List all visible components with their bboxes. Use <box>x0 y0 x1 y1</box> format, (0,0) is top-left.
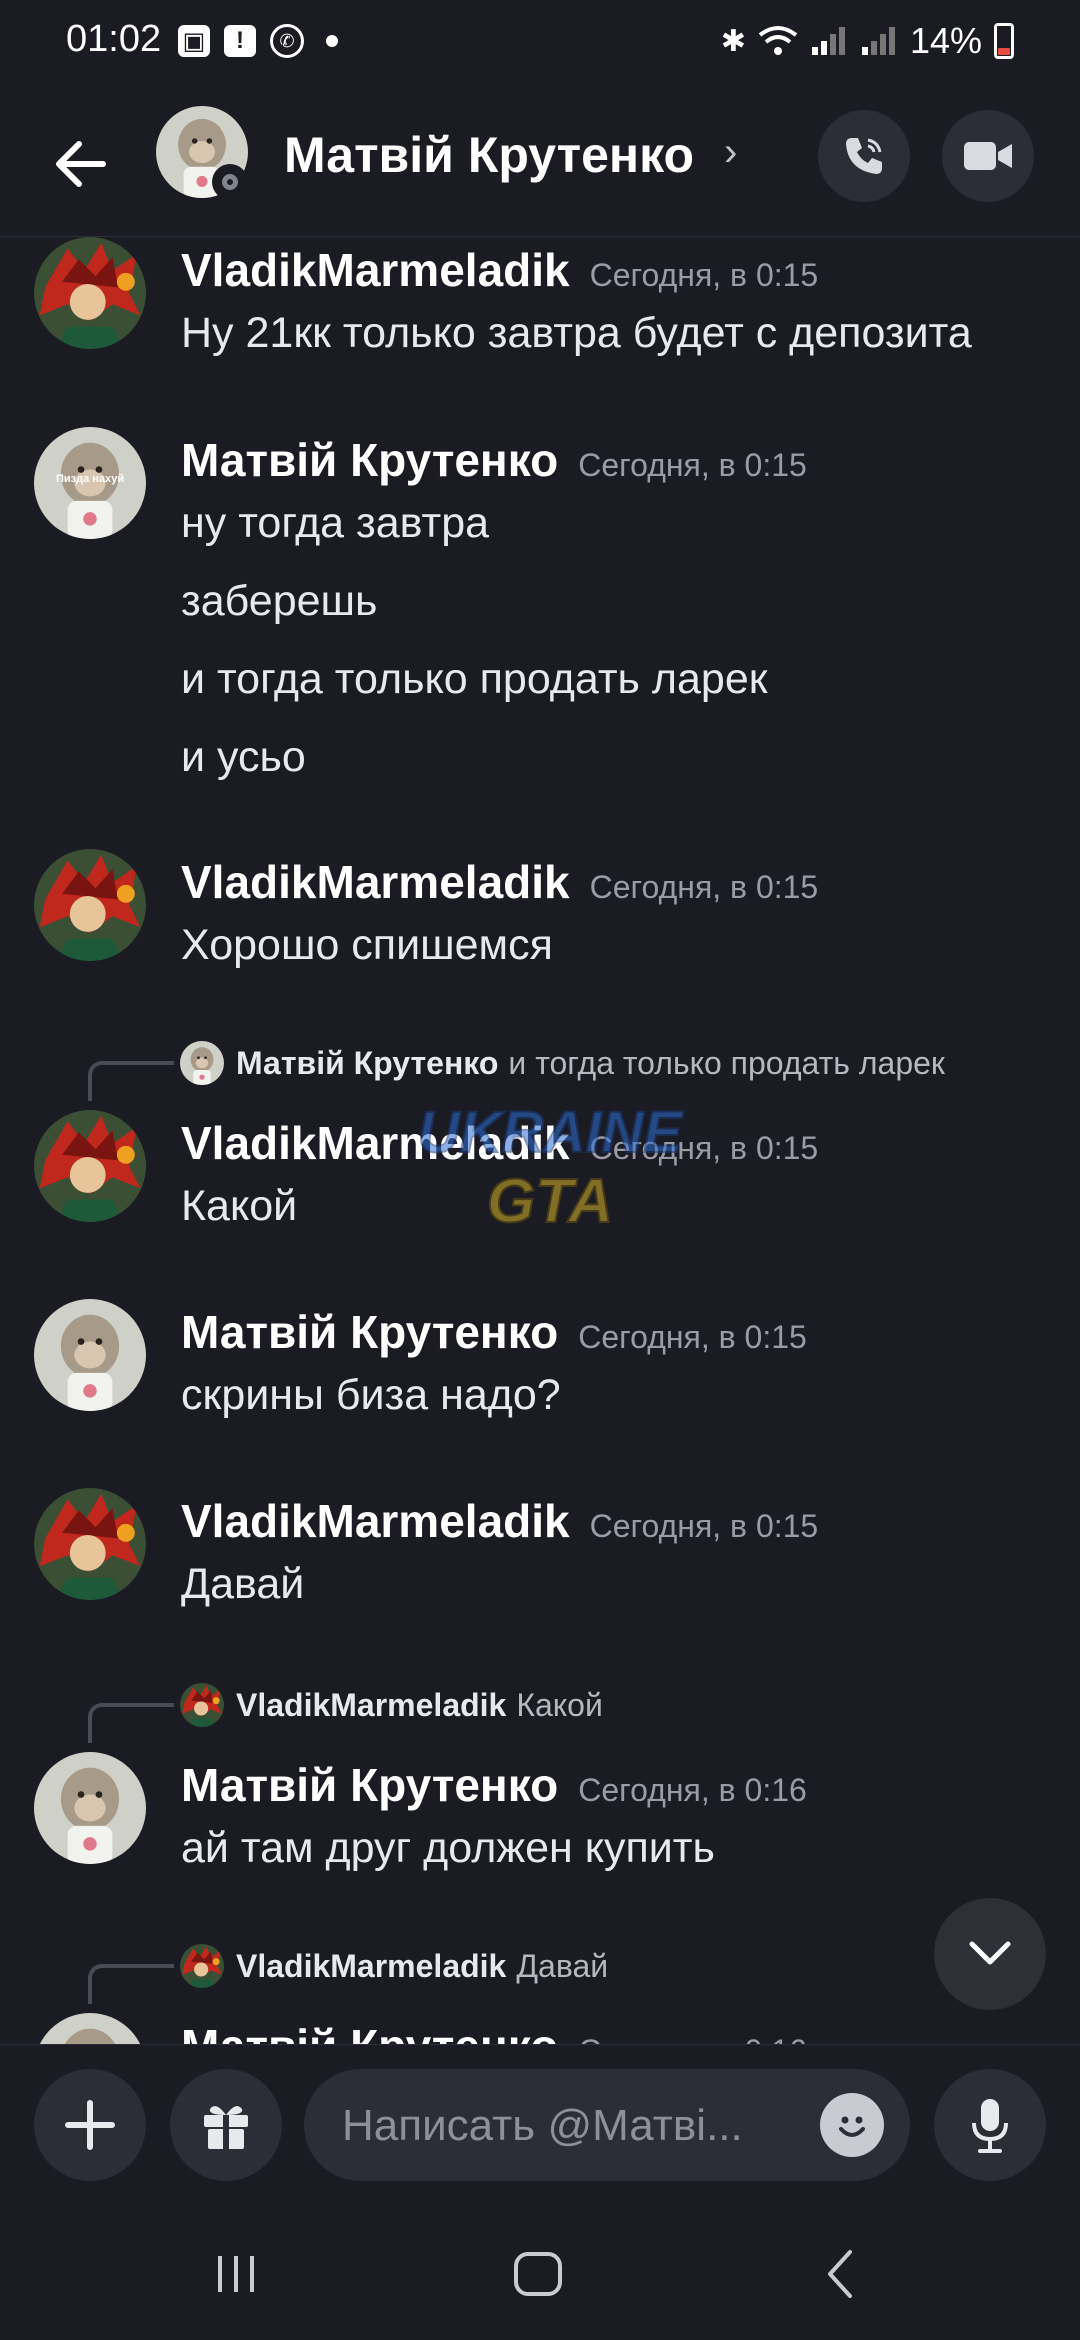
wifi-icon <box>758 26 798 55</box>
message-timestamp: Сегодня, в 0:15 <box>578 1319 807 1355</box>
message-text: ну тогда завтра <box>181 499 490 547</box>
recent-apps-button[interactable] <box>176 2234 296 2314</box>
notification-icons: ▣ ! ✆ <box>178 24 338 58</box>
reply-avatar <box>180 1683 224 1727</box>
watermark-line2: GTA <box>487 1167 613 1236</box>
message-timestamp: Сегодня, в 0:16 <box>578 2033 807 2044</box>
message-author[interactable]: Матвій КрутенкоСегодня, в 0:16 <box>181 2019 807 2044</box>
microphone-icon <box>972 2099 1008 2153</box>
avatar[interactable] <box>34 849 146 961</box>
battery-percent: 14% <box>909 20 982 61</box>
message-author[interactable]: Матвій Крутенко Сегодня, в 0:15 <box>181 1305 807 1359</box>
message-author[interactable]: Матвій Крутенко Сегодня, в 0:15 <box>181 433 807 487</box>
message-text: скрины биза надо? <box>181 1371 561 1419</box>
arrow-left-icon <box>56 141 106 187</box>
battery-icon <box>994 23 1014 59</box>
message-author[interactable]: VladikMarmeladik Сегодня, в 0:15 <box>181 855 818 909</box>
reply-connector <box>88 1964 174 2004</box>
emoji-button[interactable] <box>820 2093 884 2157</box>
reply-reference[interactable]: VladikMarmeladik Какой <box>0 1679 1080 1743</box>
voice-message-button[interactable] <box>934 2069 1046 2181</box>
message-timestamp: Сегодня, в 0:15 <box>589 257 819 293</box>
reply-connector <box>88 1061 174 1101</box>
message-text: заберешь <box>181 577 378 625</box>
message-text: Ну 21кк только завтра будет с депозита <box>181 309 972 357</box>
reply-preview[interactable]: VladikMarmeladik Давай <box>236 1948 608 1985</box>
gift-icon <box>204 2106 248 2149</box>
status-time: 01:02 <box>66 18 162 60</box>
avatar[interactable] <box>34 1488 146 1600</box>
system-navigation-bar <box>0 2204 1080 2340</box>
message-timestamp: Сегодня, в 0:15 <box>578 447 807 483</box>
message-text: и тогда только продать ларек <box>181 655 768 703</box>
reply-reference[interactable]: VladikMarmeladik Давай <box>0 1940 1080 2004</box>
status-bar: 01:02 ▣ ! ✆ ✱ 14% <box>0 0 1080 86</box>
phone-icon <box>846 138 882 174</box>
gallery-notification-icon: ▣ <box>178 25 210 57</box>
reply-avatar <box>180 1041 224 1085</box>
chat-header: Матвій Крутенко › <box>0 86 1080 237</box>
signal-icon-2 <box>861 27 895 55</box>
message-text: Хорошо спишемся <box>181 921 553 969</box>
reply-reference[interactable]: Матвій Крутенко и тогда только продать ла… <box>0 1037 1080 1101</box>
emoji-icon <box>839 2116 865 2137</box>
chat-title[interactable]: Матвій Крутенко <box>284 126 694 184</box>
avatar-caption: Пизда нахуй <box>56 473 125 485</box>
back-button[interactable] <box>40 126 120 202</box>
avatar[interactable] <box>34 237 146 349</box>
home-icon <box>514 2252 562 2296</box>
message-text: Давай <box>181 1560 305 1608</box>
signal-icon <box>811 27 845 55</box>
message-composer <box>0 2044 1080 2205</box>
message-author[interactable]: VladikMarmeladik Сегодня, в 0:15 <box>181 243 818 297</box>
system-status: ✱ 14% <box>721 20 1014 62</box>
avatar[interactable] <box>34 1752 146 1864</box>
video-call-button[interactable] <box>942 110 1034 202</box>
reply-connector <box>88 1703 174 1743</box>
avatar[interactable] <box>34 1110 146 1222</box>
reply-avatar <box>180 1944 224 1988</box>
message-input[interactable] <box>340 2069 784 2183</box>
chevron-left-icon <box>828 2250 852 2298</box>
gift-button[interactable] <box>170 2069 282 2181</box>
message-timestamp: Сегодня, в 0:16 <box>578 1772 807 1808</box>
plus-icon <box>65 2100 115 2150</box>
voice-call-button[interactable] <box>818 110 910 202</box>
offline-status-icon <box>212 164 248 200</box>
bluetooth-icon: ✱ <box>720 24 746 58</box>
alert-notification-icon: ! <box>224 25 256 57</box>
ukraine-gta-watermark: UKRAINE GTA <box>417 1099 686 1237</box>
chevron-right-icon[interactable]: › <box>724 130 737 175</box>
system-back-button[interactable] <box>780 2234 900 2314</box>
message-timestamp: Сегодня, в 0:15 <box>589 869 819 905</box>
chevron-down-icon <box>969 1941 1011 1965</box>
reply-preview[interactable]: VladikMarmeladik Какой <box>236 1687 603 1724</box>
message-author[interactable]: Матвій КрутенкоСегодня, в 0:16 <box>181 1758 807 1812</box>
message-text: Какой <box>181 1182 298 1230</box>
avatar[interactable]: Пизда нахуй <box>34 427 146 539</box>
recent-apps-icon <box>218 2256 254 2292</box>
more-notifications-icon <box>326 35 338 47</box>
message-input-container[interactable] <box>304 2069 910 2183</box>
home-button[interactable] <box>478 2234 598 2314</box>
jump-to-latest-button[interactable] <box>934 1898 1046 2010</box>
message-timestamp: Сегодня, в 0:15 <box>589 1508 819 1544</box>
reply-preview[interactable]: Матвій Крутенко и тогда только продать ла… <box>236 1045 945 1082</box>
add-attachment-button[interactable] <box>34 2069 146 2181</box>
avatar[interactable] <box>34 1299 146 1411</box>
message-author[interactable]: VladikMarmeladik Сегодня, в 0:15 <box>181 1494 818 1548</box>
message-text: ай там друг должен купить <box>181 1824 715 1872</box>
viber-notification-icon: ✆ <box>270 24 304 58</box>
watermark-line1: UKRAINE <box>418 1100 685 1165</box>
video-camera-icon <box>964 142 1012 170</box>
avatar[interactable] <box>34 2013 146 2044</box>
message-text: и усьо <box>181 733 306 781</box>
